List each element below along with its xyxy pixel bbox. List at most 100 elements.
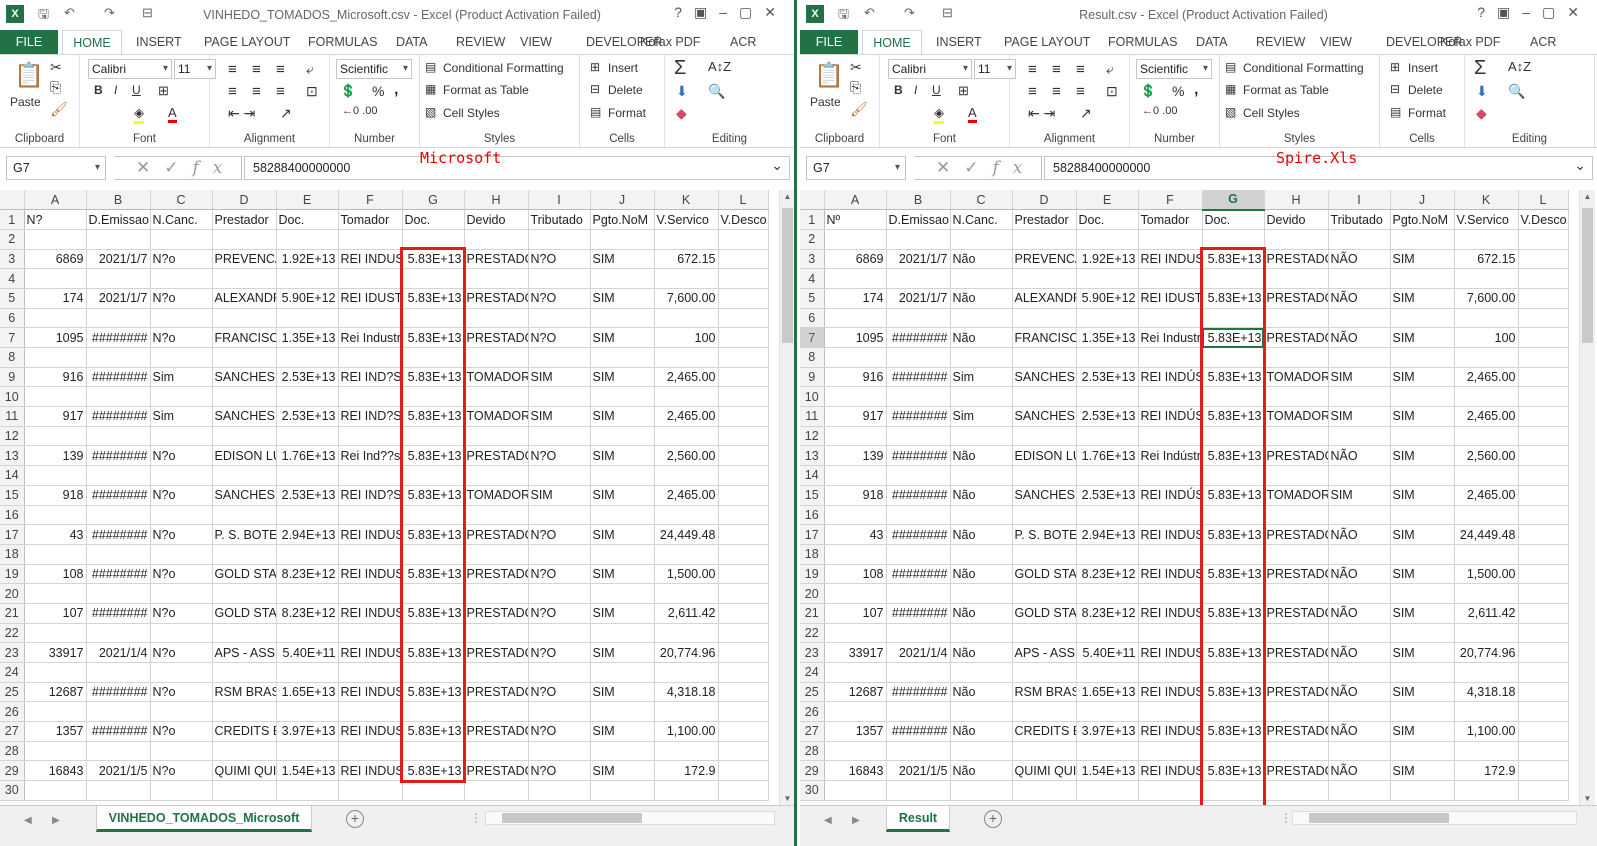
cell-b1[interactable]: D.Emissao xyxy=(886,209,951,230)
cell-e4[interactable] xyxy=(276,268,339,289)
cell-g10[interactable] xyxy=(402,386,465,408)
cell-e13[interactable]: 1.76E+13 xyxy=(276,445,339,467)
cell-i29[interactable]: N?O xyxy=(528,760,591,782)
cell-d19[interactable]: GOLD STAR xyxy=(212,564,277,585)
cell-e11[interactable]: 2.53E+13 xyxy=(276,406,339,427)
cell-c4[interactable] xyxy=(150,268,213,289)
cell-j22[interactable] xyxy=(590,623,655,644)
cell-e4[interactable] xyxy=(1076,268,1139,289)
cell-j1[interactable]: Pgto.NoM xyxy=(1390,209,1455,230)
cell-h14[interactable] xyxy=(1264,465,1329,486)
cell-b14[interactable] xyxy=(886,465,951,486)
cell-f21[interactable]: REI INDUSTRIA xyxy=(1138,603,1203,624)
cell-h6[interactable] xyxy=(464,308,529,329)
cell-l10[interactable] xyxy=(718,386,769,408)
cell-i5[interactable]: NÃO xyxy=(1328,288,1391,309)
cell-f29[interactable]: REI INDUSTRIA xyxy=(1138,760,1203,782)
cell-b22[interactable] xyxy=(886,623,951,644)
borders-icon[interactable]: ⊞ xyxy=(958,83,969,99)
cell-b4[interactable] xyxy=(886,268,951,289)
fill-icon[interactable]: ⬇ xyxy=(1476,83,1488,100)
cell-b15[interactable]: ######## xyxy=(86,485,151,506)
cell-styles-button[interactable]: Cell Styles xyxy=(1243,106,1300,120)
cell-c10[interactable] xyxy=(950,386,1013,408)
cell-d30[interactable] xyxy=(212,780,277,801)
find-select-icon[interactable]: 🔍 xyxy=(708,83,725,100)
cell-styles-icon[interactable]: ▧ xyxy=(1225,105,1236,119)
cell-e8[interactable] xyxy=(276,347,339,368)
cell-c27[interactable]: Não xyxy=(950,721,1013,742)
cell-e21[interactable]: 8.23E+12 xyxy=(276,603,339,624)
select-all-corner[interactable] xyxy=(0,190,25,211)
cell-j13[interactable]: SIM xyxy=(590,445,655,467)
cell-k5[interactable]: 7,600.00 xyxy=(1454,288,1519,309)
cell-h23[interactable]: PRESTADOR xyxy=(1264,642,1329,663)
cell-e3[interactable]: 1.92E+13 xyxy=(276,249,339,270)
cell-l27[interactable] xyxy=(718,721,769,742)
cell-c26[interactable] xyxy=(150,701,213,723)
scroll-up-arrow[interactable]: ▲ xyxy=(1580,192,1595,201)
cell-l29[interactable] xyxy=(718,760,769,782)
cell-k20[interactable] xyxy=(654,583,719,604)
cell-b10[interactable] xyxy=(86,386,151,408)
column-header-i[interactable]: I xyxy=(528,190,591,211)
align-top-icon[interactable]: ≡ xyxy=(252,61,261,78)
cell-i9[interactable]: SIM xyxy=(1328,367,1391,388)
cell-j19[interactable]: SIM xyxy=(1390,564,1455,585)
cell-j23[interactable]: SIM xyxy=(590,642,655,663)
cell-b16[interactable] xyxy=(886,505,951,526)
cell-b19[interactable]: ######## xyxy=(886,564,951,585)
cell-l12[interactable] xyxy=(718,426,769,447)
cell-i14[interactable] xyxy=(528,465,591,486)
row-header[interactable]: 22 xyxy=(0,623,25,644)
percent-button[interactable]: % xyxy=(372,83,384,99)
cell-c21[interactable]: N?o xyxy=(150,603,213,624)
cell-k25[interactable]: 4,318.18 xyxy=(654,682,719,703)
cell-j24[interactable] xyxy=(590,662,655,683)
undo-icon[interactable]: ↶ xyxy=(64,5,75,21)
tab-insert[interactable]: INSERT xyxy=(936,30,982,54)
borders-icon[interactable]: ⊞ xyxy=(158,83,169,99)
tab-acr[interactable]: ACR xyxy=(1530,30,1556,54)
cell-f30[interactable] xyxy=(1138,780,1203,801)
cell-j11[interactable]: SIM xyxy=(1390,406,1455,427)
row-header[interactable]: 6 xyxy=(0,308,25,329)
column-header-l[interactable]: L xyxy=(1518,190,1569,211)
cell-g21[interactable]: 5.83E+13 xyxy=(1202,603,1265,624)
cell-c29[interactable]: N?o xyxy=(150,760,213,782)
cell-a9[interactable]: 916 xyxy=(24,367,87,388)
cell-b20[interactable] xyxy=(86,583,151,604)
cell-h16[interactable] xyxy=(1264,505,1329,526)
cell-j3[interactable]: SIM xyxy=(1390,249,1455,270)
cell-a29[interactable]: 16843 xyxy=(824,760,887,782)
cell-g3[interactable]: 5.83E+13 xyxy=(402,249,465,270)
cell-i20[interactable] xyxy=(528,583,591,604)
cell-f28[interactable] xyxy=(338,741,403,762)
cell-j10[interactable] xyxy=(1390,386,1455,408)
cell-b16[interactable] xyxy=(86,505,151,526)
cell-i12[interactable] xyxy=(1328,426,1391,447)
cell-a6[interactable] xyxy=(24,308,87,329)
cell-d9[interactable]: SANCHES xyxy=(1012,367,1077,388)
cell-j6[interactable] xyxy=(590,308,655,329)
cell-g20[interactable] xyxy=(1202,583,1265,604)
column-header-c[interactable]: C xyxy=(150,190,213,211)
row-header[interactable]: 28 xyxy=(0,741,25,762)
tab-data[interactable]: DATA xyxy=(396,30,427,54)
cell-g18[interactable] xyxy=(1202,544,1265,565)
format-as-table-button[interactable]: Format as Table xyxy=(443,83,529,97)
fill-icon[interactable]: ⬇ xyxy=(676,83,688,100)
cell-h2[interactable] xyxy=(464,229,529,250)
cell-j7[interactable]: SIM xyxy=(590,327,655,348)
cell-l17[interactable] xyxy=(1518,524,1569,545)
cell-h10[interactable] xyxy=(1264,386,1329,408)
copy-icon[interactable]: ⎘ xyxy=(50,79,61,96)
cell-i1[interactable]: Tributado xyxy=(1328,209,1391,230)
cell-l21[interactable] xyxy=(718,603,769,624)
cell-e17[interactable]: 2.94E+13 xyxy=(276,524,339,545)
cell-b6[interactable] xyxy=(86,308,151,329)
cell-d29[interactable]: QUIMI QUIM xyxy=(1012,760,1077,782)
wrap-text-icon[interactable]: ⤶ xyxy=(1106,61,1114,78)
cell-j15[interactable]: SIM xyxy=(1390,485,1455,506)
cell-f8[interactable] xyxy=(338,347,403,368)
